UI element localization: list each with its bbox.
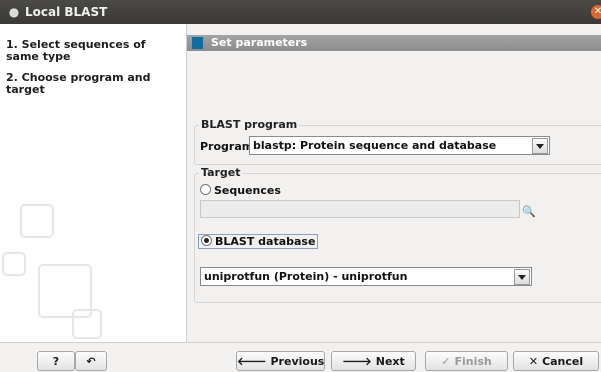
sequences-radio[interactable]: Sequences xyxy=(200,184,281,197)
help-button[interactable]: ? xyxy=(37,351,75,371)
blast-database-radio[interactable]: BLAST database xyxy=(198,234,319,249)
sequences-radio-label: Sequences xyxy=(214,184,281,197)
arrow-left-icon: 🡐 xyxy=(237,355,267,368)
panel-header-title: Set parameters xyxy=(211,36,308,49)
window-menu-icon[interactable]: ● xyxy=(7,5,21,19)
arrow-right-icon: 🡒 xyxy=(342,355,372,368)
step-choose-program: 2. Choose program and target xyxy=(6,71,151,96)
check-icon: ✓ xyxy=(441,355,451,368)
reset-button[interactable]: ↶ xyxy=(75,351,107,371)
browse-magnifier-icon[interactable]: 🔍 xyxy=(522,205,536,218)
target-group: Target Sequences 🔍 BLAST database unipro… xyxy=(194,166,601,303)
window-title: Local BLAST xyxy=(25,5,108,19)
next-button[interactable]: 🡒 Next xyxy=(331,351,416,371)
parameters-panel: Set parameters BLAST program Program: bl… xyxy=(187,24,601,342)
next-label: Next xyxy=(375,355,405,368)
blast-database-select-value: uniprotfun (Protein) - uniprotfun xyxy=(204,270,408,283)
reset-icon: ↶ xyxy=(86,355,96,368)
cancel-label: Cancel xyxy=(542,355,584,368)
program-select[interactable]: blastp: Protein sequence and database xyxy=(249,136,550,155)
watermark-shape xyxy=(72,309,102,339)
radio-selected-icon xyxy=(201,235,212,246)
x-icon: ✕ xyxy=(528,355,539,368)
step-select-sequences: 1. Select sequences of same type xyxy=(6,38,146,63)
sequences-input xyxy=(200,200,520,218)
wizard-button-bar: ? ↶ 🡐 Previous 🡒 Next ✓ Finish ✕ Cancel xyxy=(0,342,601,371)
finish-label: Finish xyxy=(454,355,492,368)
cancel-button[interactable]: ✕ Cancel xyxy=(513,351,599,371)
blast-program-group-title: BLAST program xyxy=(199,118,300,131)
blast-program-group: BLAST program Program: blastp: Protein s… xyxy=(194,118,601,165)
watermark-shape xyxy=(20,204,54,238)
blast-database-select[interactable]: uniprotfun (Protein) - uniprotfun xyxy=(200,267,532,286)
close-window-icon[interactable]: ✕ xyxy=(591,5,601,19)
help-label: ? xyxy=(52,355,60,368)
chevron-down-icon[interactable] xyxy=(532,138,548,154)
window-titlebar: ● Local BLAST ✕ xyxy=(0,0,601,24)
watermark-shape xyxy=(2,252,26,276)
panel-header: Set parameters xyxy=(187,35,601,51)
previous-label: Previous xyxy=(270,355,325,368)
program-select-value: blastp: Protein sequence and database xyxy=(253,139,497,152)
radio-unselected-icon xyxy=(200,184,211,195)
finish-button[interactable]: ✓ Finish xyxy=(425,351,508,371)
chevron-down-icon[interactable] xyxy=(514,269,530,285)
previous-button[interactable]: 🡐 Previous xyxy=(236,351,325,371)
wizard-steps-panel: 1. Select sequences of same type 2. Choo… xyxy=(0,24,187,342)
blast-database-radio-label: BLAST database xyxy=(215,235,316,248)
target-group-title: Target xyxy=(199,166,243,179)
header-marker xyxy=(192,37,203,49)
